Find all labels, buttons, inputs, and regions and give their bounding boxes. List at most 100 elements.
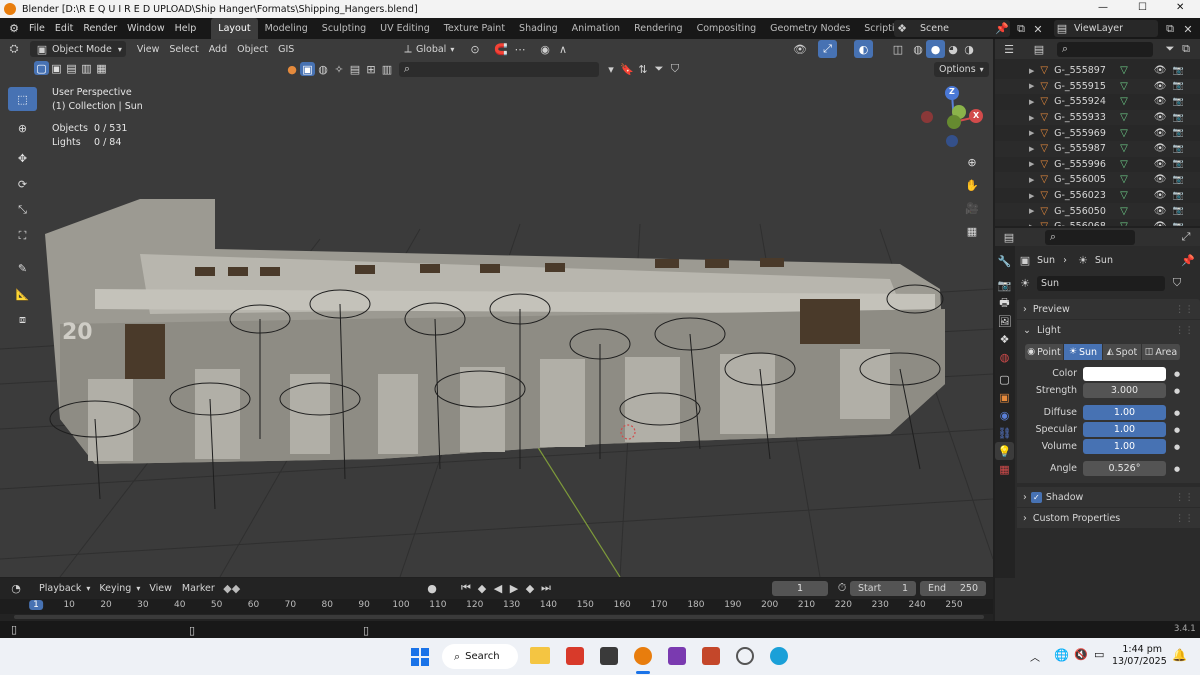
scale-tool-icon[interactable]: ⤡ (8, 197, 37, 223)
drag-handle-icon[interactable]: ⋮⋮ (1175, 492, 1194, 503)
falloff-icon[interactable]: ∧ (555, 41, 571, 57)
light-data-tab-icon[interactable]: 💡 (995, 442, 1014, 460)
filter-mesh-icon[interactable]: ▣ (300, 62, 315, 76)
light-type-area[interactable]: ◫ Area (1142, 344, 1181, 360)
editor-type-icon[interactable]: ⛭ (6, 41, 22, 57)
video-app-icon[interactable] (668, 647, 686, 665)
shadow-checkbox[interactable]: ✓ (1030, 491, 1042, 503)
blender-menu-icon[interactable]: ⚙ (6, 21, 22, 37)
keyframe-dot-icon[interactable]: ● (1174, 387, 1180, 395)
tray-chevron-icon[interactable]: ︿ (1030, 649, 1040, 664)
workspace-tab-modeling[interactable]: Modeling (258, 18, 315, 39)
new-scene-icon[interactable]: ⧉ (1013, 21, 1029, 37)
outliner-row[interactable]: ▶ ▽ G-_555915 ▽ 👁 📷 (995, 78, 1200, 95)
overlay-toggle-icon[interactable]: ◐ (854, 40, 873, 58)
keyframe-dot-icon[interactable]: ● (1174, 370, 1180, 378)
outliner-row[interactable]: ▶ ▽ G-_556005 ▽ 👁 📷 (995, 172, 1200, 188)
notification-bell-icon[interactable]: 🔔 (1172, 648, 1187, 662)
pin-icon[interactable]: 📌 (1180, 252, 1196, 268)
workspace-tab-texture-paint[interactable]: Texture Paint (437, 18, 512, 39)
filter-icon[interactable]: ⏷ (1162, 41, 1178, 57)
workspace-tab-geometry-nodes[interactable]: Geometry Nodes (763, 18, 857, 39)
visibility-icon[interactable]: 👁 (792, 41, 808, 57)
shadow-panel[interactable]: › ✓ Shadow ⋮⋮ (1017, 487, 1200, 507)
viewport-menu-add[interactable]: Add (204, 44, 232, 55)
visibility-eye-icon[interactable]: 👁 (1154, 112, 1167, 123)
shield-icon[interactable]: ⛉ (667, 61, 683, 77)
world-tab-icon[interactable]: ◍ (995, 348, 1014, 366)
outliner-row[interactable]: ▶ ▽ G-_555969 ▽ 👁 📷 (995, 125, 1200, 141)
visibility-eye-icon[interactable]: 👁 (1154, 221, 1167, 226)
jump-start-icon[interactable]: ⏮ (458, 580, 474, 596)
filter-other-icon[interactable]: ▥ (379, 61, 395, 77)
bookmark-icon[interactable]: 🔖 (619, 61, 635, 77)
menu-edit[interactable]: Edit (50, 23, 78, 34)
jump-keyframe-back-icon[interactable]: ◆ (474, 580, 490, 596)
viewport-menu-view[interactable]: View (132, 44, 165, 55)
timeline-scrollbar[interactable] (14, 615, 984, 619)
mode-selector[interactable]: ▣ Object Mode ▾ (30, 41, 126, 57)
outliner-search-input[interactable]: ⌕ (1057, 41, 1153, 57)
play-icon[interactable]: ▶ (506, 580, 522, 596)
volume-field[interactable]: 1.00 (1083, 439, 1166, 454)
viewport[interactable]: 20 ⛭ ▣ Object Mode ▾ View Select Add Object… (0, 39, 993, 577)
language-icon[interactable]: 🌐 (1054, 648, 1069, 662)
light-panel-header[interactable]: ⌄ Light ⋮⋮ (1017, 320, 1200, 340)
data-name-field[interactable]: Sun (1037, 275, 1165, 291)
render-camera-icon[interactable]: 📷 (1173, 144, 1184, 154)
outliner-row[interactable]: ▶ ▽ G-_555987 ▽ 👁 📷 (995, 140, 1200, 157)
output-tab-icon[interactable]: 🖶 (995, 294, 1014, 312)
expand-arrow-icon[interactable]: ▶ (1029, 207, 1034, 215)
proportional-edit-icon[interactable]: ◉ (537, 41, 553, 57)
minimize-button[interactable]: — (1098, 2, 1108, 13)
cursor-tool-icon[interactable]: ⊕ (8, 115, 37, 141)
add-cube-tool-icon[interactable]: ⧈ (8, 307, 37, 333)
menu-render[interactable]: Render (78, 23, 122, 34)
ortho-grid-icon[interactable]: ▦ (961, 220, 983, 242)
expand-arrow-icon[interactable]: ▶ (1029, 192, 1034, 200)
transform-tool-icon[interactable]: ⛶ (8, 223, 37, 249)
shading-rendered-icon[interactable]: ◑ (961, 41, 977, 57)
orientation-selector[interactable]: ⟂ Global ▾ (400, 41, 454, 57)
menu-help[interactable]: Help (170, 23, 202, 34)
viewport-menu-object[interactable]: Object (232, 44, 273, 55)
filter-icon[interactable]: ⏷ (651, 61, 667, 77)
custom-properties-panel[interactable]: › Custom Properties ⋮⋮ (1017, 508, 1200, 528)
workspace-tab-uv-editing[interactable]: UV Editing (373, 18, 437, 39)
filter-curve-icon[interactable]: ◍ (315, 61, 331, 77)
outliner-row[interactable]: ▶ ▽ G-_556050 ▽ 👁 📷 (995, 203, 1200, 219)
windows-start-icon[interactable] (411, 648, 429, 666)
render-camera-icon[interactable]: 📷 (1173, 113, 1184, 123)
outliner-row[interactable]: ▶ ▽ G-_556023 ▽ 👁 📷 (995, 187, 1200, 204)
expand-arrow-icon[interactable]: ▶ (1029, 82, 1034, 90)
expand-arrow-icon[interactable]: ▶ (1029, 114, 1034, 122)
keyframe-nav-icon[interactable]: ◆◆ (223, 580, 240, 596)
light-type-point[interactable]: ◉ Point (1025, 344, 1064, 360)
timeline-menu-marker[interactable]: Marker (177, 583, 220, 594)
menu-window[interactable]: Window (122, 23, 169, 34)
render-camera-icon[interactable]: 📷 (1173, 128, 1184, 138)
viewlayer-selector[interactable]: ▤ ViewLayer (1054, 20, 1158, 37)
outliner-row[interactable]: ▶ ▽ G-_555996 ▽ 👁 📷 (995, 156, 1200, 173)
jump-keyframe-forward-icon[interactable]: ◆ (522, 580, 538, 596)
current-frame-marker[interactable]: 1 (29, 600, 43, 610)
record-icon[interactable]: ● (424, 580, 440, 596)
expand-arrow-icon[interactable]: ▶ (1029, 129, 1034, 137)
timeline-editor-icon[interactable]: ◔ (8, 580, 24, 596)
viewport-menu-select[interactable]: Select (164, 44, 203, 55)
drag-handle-icon[interactable]: ⋮⋮ (1175, 304, 1194, 315)
app-icon[interactable] (600, 647, 618, 665)
gizmo-toggle-icon[interactable]: ⤢ (818, 40, 837, 58)
select-extend-icon[interactable]: ▣ (49, 61, 64, 75)
render-camera-icon[interactable]: 📷 (1173, 81, 1184, 91)
keyframe-dot-icon[interactable]: ● (1174, 409, 1180, 417)
shading-solid-icon[interactable]: ● (926, 40, 945, 58)
collection-tab-icon[interactable]: ▢ (995, 370, 1014, 388)
physics-tab-icon[interactable]: ◉ (995, 406, 1014, 424)
visibility-eye-icon[interactable]: 👁 (1154, 96, 1167, 107)
shading-wireframe-icon[interactable]: ◍ (910, 41, 926, 57)
fake-user-shield-icon[interactable]: ⛉ (1169, 275, 1185, 291)
select-intersect-icon[interactable]: ▦ (94, 61, 109, 75)
workspace-tab-shading[interactable]: Shading (512, 18, 565, 39)
camera-view-icon[interactable]: 🎥 (961, 197, 983, 219)
